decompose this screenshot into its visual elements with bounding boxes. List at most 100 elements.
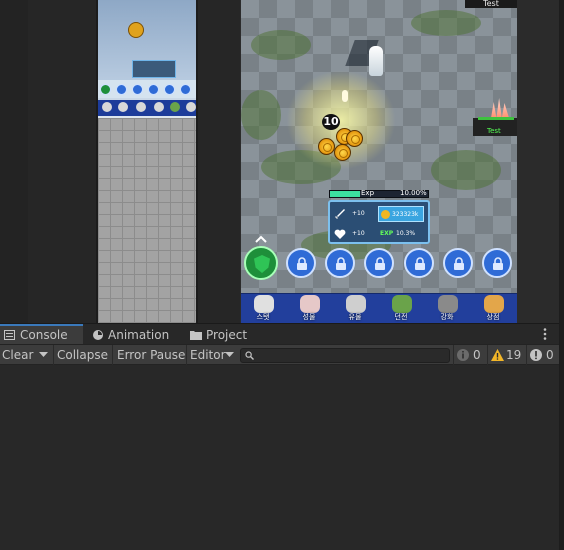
mini-coin-icon: [128, 22, 144, 38]
toolbar-divider: [186, 345, 187, 365]
skill-slot-locked[interactable]: [482, 248, 512, 278]
lock-icon: [336, 257, 346, 270]
tab-animation[interactable]: Animation: [84, 324, 180, 345]
lock-icon: [493, 257, 503, 270]
clear-button[interactable]: Clear: [2, 345, 33, 365]
panel-tabs-bar: Console Animation Project: [0, 323, 559, 345]
stat-panel: +10 +10 323323k EXP 10.3%: [328, 200, 430, 244]
console-toolbar: Clear Collapse Error Pause Editor 0 19 0: [0, 344, 559, 365]
gold-coin-icon: [346, 130, 363, 147]
mini-slot: [180, 84, 191, 95]
warning-count: 19: [506, 348, 522, 362]
skill-slot-locked[interactable]: [286, 248, 316, 278]
tab-console[interactable]: Console: [0, 324, 83, 345]
collapse-button[interactable]: Collapse: [57, 345, 108, 365]
mini-slot: [132, 84, 143, 95]
scene-view-preview[interactable]: [96, 0, 198, 323]
enemy-hp-bar: [478, 117, 514, 120]
dungeon-icon: [392, 295, 412, 313]
menu-item-stats[interactable]: 스탯: [244, 294, 282, 324]
toolbar-divider: [453, 345, 454, 365]
health-bonus: +10: [352, 230, 365, 237]
skill-slot-locked[interactable]: [404, 248, 434, 278]
error-counter-toggle[interactable]: 0: [529, 345, 557, 365]
moss-patch: [431, 150, 501, 190]
toolbar-divider: [53, 345, 54, 365]
gold-display: 323323k: [378, 206, 424, 222]
tab-label: Project: [206, 328, 248, 342]
gold-coin-icon: [334, 144, 351, 161]
warning-counter-toggle[interactable]: 19: [490, 345, 526, 365]
mini-menu-icon: [186, 102, 196, 112]
search-input[interactable]: [240, 348, 450, 363]
error-icon: [530, 349, 542, 361]
menu-label: 성물: [302, 313, 316, 321]
shield-icon: [254, 255, 270, 273]
left-panel-gap: [28, 0, 96, 323]
heart-icon: [334, 229, 346, 239]
menu-item-shop[interactable]: 상점: [474, 294, 512, 324]
info-count: 0: [473, 348, 481, 362]
scene-area: [0, 0, 559, 323]
mini-menu-icon: [118, 102, 128, 112]
skill-slot-locked[interactable]: [325, 248, 355, 278]
editor-dropdown[interactable]: Editor: [190, 345, 226, 365]
tab-label: Console: [20, 328, 68, 342]
lock-icon: [415, 257, 425, 270]
artifact-icon: [346, 295, 366, 313]
enemy-name-label: Test: [487, 127, 501, 135]
bottom-menu-bar: 스탯 성물 유물 던전 강화 상점: [241, 293, 517, 323]
kebab-menu-icon[interactable]: [541, 327, 549, 341]
left-panel: [0, 0, 28, 323]
skill-slot-active[interactable]: [244, 246, 278, 280]
view-gap: [198, 0, 240, 323]
upgrade-hammer-icon: [438, 295, 458, 313]
damage-number: 10: [322, 114, 340, 130]
menu-label: 던전: [394, 313, 408, 321]
sword-icon: [335, 209, 345, 219]
menu-item-dungeon[interactable]: 던전: [382, 294, 420, 324]
exp-tag: EXP: [380, 230, 394, 237]
mini-slot: [100, 84, 111, 95]
chevron-up-icon[interactable]: [255, 234, 267, 244]
gold-coin-icon: [318, 138, 335, 155]
exp-percent: 10.00%: [400, 189, 427, 197]
chevron-down-icon[interactable]: [225, 352, 234, 358]
moss-patch: [241, 90, 281, 140]
enemy-nameplate: Test: [473, 118, 517, 136]
tab-project[interactable]: Project: [182, 324, 262, 345]
menu-label: 강화: [440, 313, 454, 321]
error-count: 0: [546, 348, 554, 362]
window-edge: [559, 0, 564, 550]
info-counter-toggle[interactable]: 0: [456, 345, 486, 365]
mini-stat-panel: [132, 60, 176, 78]
menu-item-artifact[interactable]: 유물: [336, 294, 374, 324]
menu-label: 유물: [348, 313, 362, 321]
toolbar-divider: [112, 345, 113, 365]
skill-slot-locked[interactable]: [443, 248, 473, 278]
scene-grid: [98, 118, 196, 323]
mini-menu-icon: [136, 102, 146, 112]
console-log-area[interactable]: [0, 365, 559, 550]
animation-icon: [93, 330, 103, 340]
player-character: [369, 46, 383, 76]
mini-slot: [116, 84, 127, 95]
clear-dropdown-icon[interactable]: [39, 352, 48, 358]
gold-icon: [381, 210, 390, 219]
toolbar-divider: [526, 345, 527, 365]
tab-label: Animation: [108, 328, 170, 342]
mini-menu-bar: [98, 100, 196, 116]
error-pause-button[interactable]: Error Pause: [117, 345, 185, 365]
warning-icon: [491, 349, 504, 361]
spark-effect: [342, 90, 348, 102]
menu-item-relic[interactable]: 성물: [290, 294, 328, 324]
menu-label: 스탯: [256, 313, 270, 321]
menu-label: 상점: [486, 313, 500, 321]
skill-slot-locked[interactable]: [364, 248, 394, 278]
menu-item-upgrade[interactable]: 강화: [428, 294, 466, 324]
console-icon: [4, 330, 15, 340]
mini-menu-icon: [154, 102, 164, 112]
enemy-name-label: Test: [465, 0, 517, 8]
folder-icon: [190, 331, 202, 340]
attack-bonus: +10: [352, 210, 365, 217]
